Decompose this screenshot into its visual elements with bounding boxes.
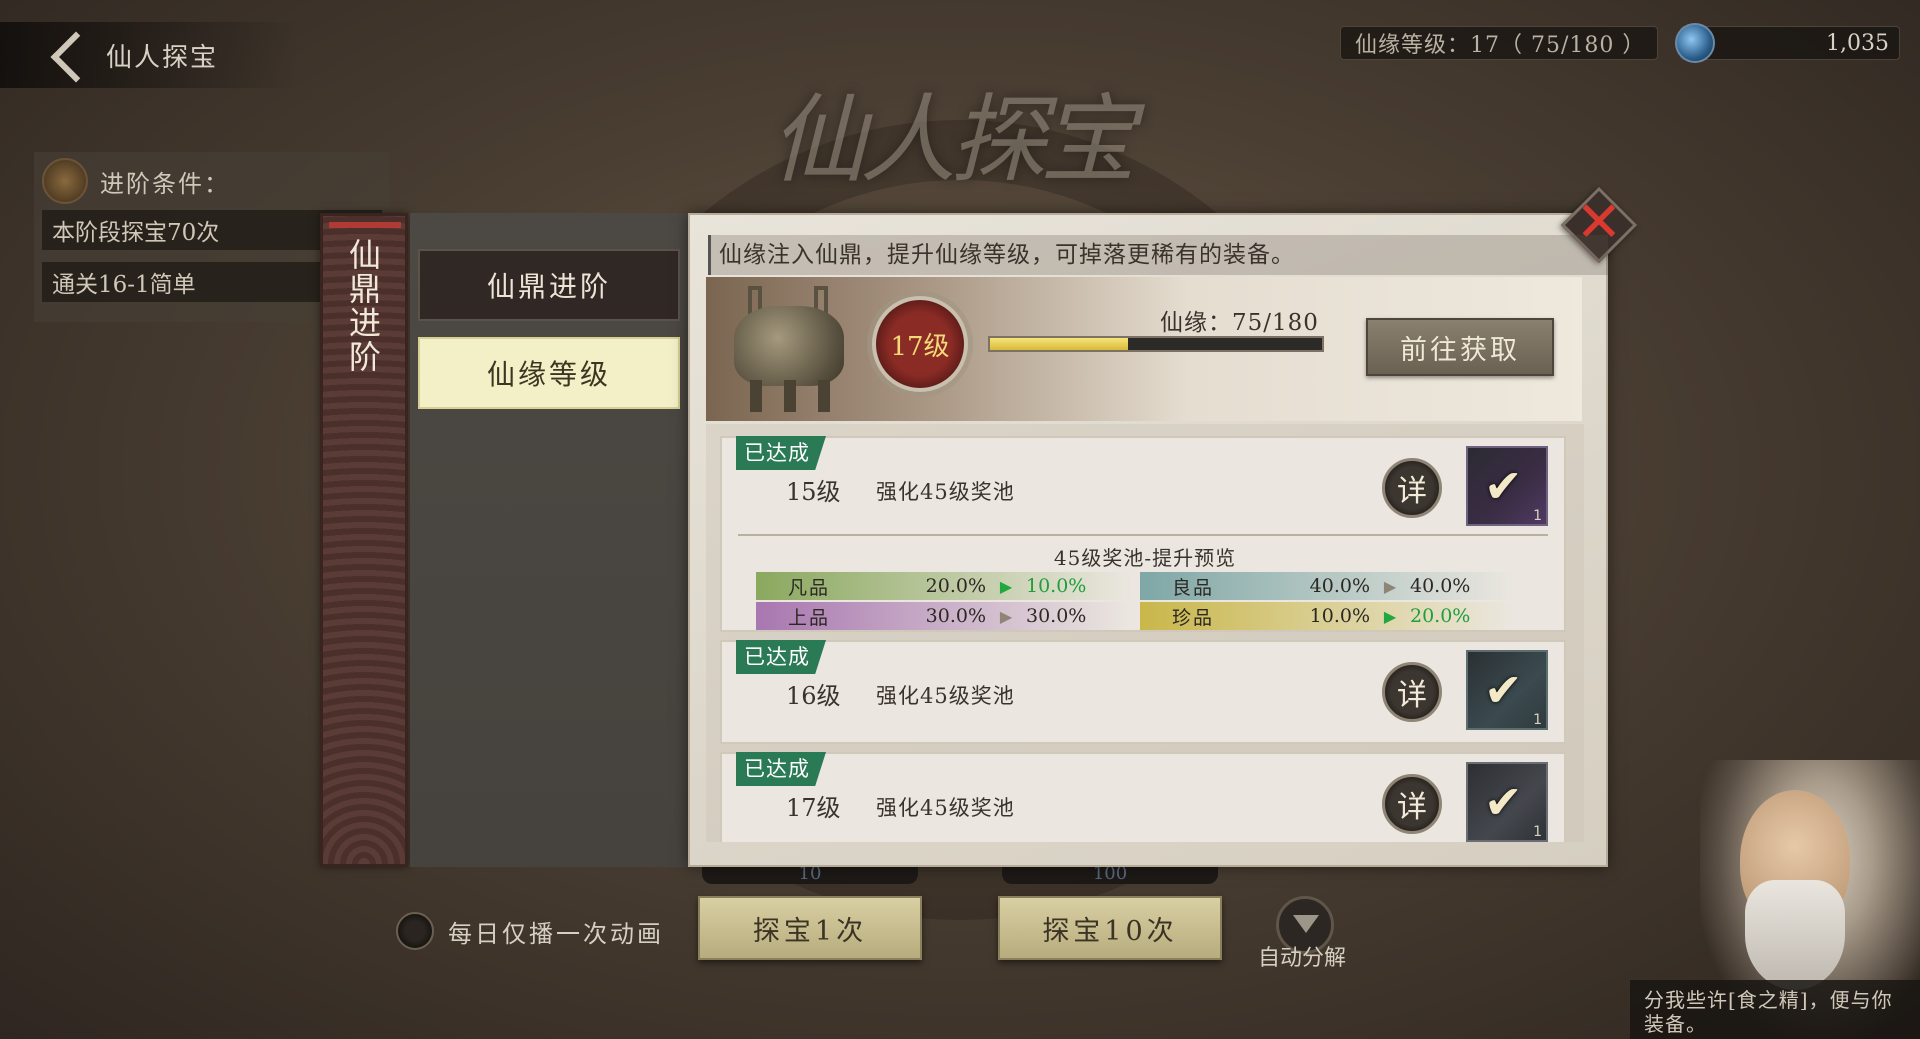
achieved-tag: 已达成: [736, 752, 826, 786]
quality-from: 30.0%: [925, 605, 986, 627]
menu-item-cauldron-advance[interactable]: 仙鼎进阶: [418, 249, 680, 321]
bronze-cauldron-icon: [724, 280, 854, 416]
level-badge: 17级: [872, 296, 968, 392]
reward-card: 已达成 16级 强化45级奖池 详 ✔ 1: [720, 640, 1566, 744]
quality-row: 良品 40.0% ▶ 40.0%: [1140, 572, 1516, 600]
divider: [738, 534, 1548, 536]
arrow-icon: ▶: [1383, 606, 1397, 626]
achieved-tag: 已达成: [736, 436, 826, 470]
cauldron-leg: [818, 380, 830, 412]
daily-animation-radio[interactable]: [396, 912, 434, 950]
item-count: 1: [1533, 712, 1542, 728]
xianyuan-level-display: 仙缘等级：17（ 75/180 ）: [1340, 26, 1658, 60]
reward-list[interactable]: 已达成 15级 强化45级奖池 详 ✔ 1 45级奖池-提升预览 凡品 20.0…: [706, 424, 1584, 842]
preview-title: 45级奖池-提升预览: [1053, 546, 1237, 570]
quality-to: 30.0%: [1026, 605, 1087, 627]
quality-name: 凡品: [788, 576, 831, 599]
menu-item-xianyuan-level[interactable]: 仙缘等级: [418, 337, 680, 409]
xianyuan-progress-label: 仙缘：75/180: [1160, 310, 1319, 336]
cauldron-leg: [750, 380, 762, 412]
reward-item-icon[interactable]: ✔ 1: [1466, 650, 1548, 730]
goto-obtain-button[interactable]: 前往获取: [1366, 318, 1554, 376]
item-count: 1: [1533, 508, 1542, 524]
arrow-icon: ▶: [999, 606, 1013, 626]
quality-from: 20.0%: [925, 575, 986, 597]
progress-fill: [990, 338, 1129, 350]
checkmark-icon: ✔: [1484, 663, 1523, 717]
auto-dismantle-label: 自动分解: [1258, 946, 1347, 971]
quality-to: 20.0%: [1410, 605, 1471, 627]
reward-level: 15级: [786, 478, 841, 506]
xianyuan-progress-bar: [988, 336, 1324, 352]
coin-display: 1,035: [1675, 23, 1900, 63]
top-bar: 仙人探宝: [0, 22, 300, 88]
cauldron-leg: [784, 380, 796, 412]
side-tab-cauldron-advance[interactable]: 仙鼎进阶: [320, 213, 408, 867]
reward-level: 16级: [786, 682, 841, 710]
achieved-tag: 已达成: [736, 640, 826, 674]
modal-menu: 仙鼎进阶 仙缘等级: [410, 213, 688, 867]
cauldron-icon: [42, 158, 88, 204]
checkmark-icon: ✔: [1484, 459, 1523, 513]
side-tab-accent: [329, 222, 401, 228]
arrow-icon: ▶: [1383, 576, 1397, 596]
quality-row: 上品 30.0% ▶ 30.0%: [756, 602, 1132, 630]
reward-text: 强化45级奖池: [876, 796, 1015, 820]
conditions-title: 进阶条件：: [100, 169, 230, 198]
quality-name: 上品: [788, 606, 831, 629]
big-title-calligraphy: 仙人探宝: [770, 84, 1136, 196]
cauldron-body: [734, 306, 844, 386]
quality-name: 良品: [1172, 576, 1215, 599]
reward-text: 强化45级奖池: [876, 480, 1015, 504]
draw-once-button[interactable]: 探宝1次: [698, 896, 922, 960]
daily-animation-label: 每日仅播一次动画: [448, 920, 664, 948]
spirit-orb-icon: [1675, 23, 1715, 63]
quality-row: 凡品 20.0% ▶ 10.0%: [756, 572, 1132, 600]
quality-from: 40.0%: [1309, 575, 1370, 597]
reward-text: 强化45级奖池: [876, 684, 1015, 708]
item-count: 1: [1533, 824, 1542, 840]
side-tab-label: 仙鼎进阶: [344, 238, 382, 374]
elder-beard: [1745, 880, 1845, 990]
reward-item-icon[interactable]: ✔ 1: [1466, 762, 1548, 842]
back-arrow-icon[interactable]: [40, 25, 100, 85]
detail-button[interactable]: 详: [1382, 774, 1442, 834]
quality-from: 10.0%: [1309, 605, 1370, 627]
panel-description: 仙缘注入仙鼎，提升仙缘等级，可掉落更稀有的装备。: [708, 235, 1608, 275]
arrow-icon: ▶: [999, 576, 1013, 596]
quality-to: 40.0%: [1410, 575, 1471, 597]
reward-item-icon[interactable]: ✔ 1: [1466, 446, 1548, 526]
quality-row: 珍品 10.0% ▶ 20.0%: [1140, 602, 1516, 630]
draw-ten-button[interactable]: 探宝10次: [998, 896, 1222, 960]
reward-level: 17级: [786, 794, 841, 822]
quality-name: 珍品: [1172, 606, 1215, 629]
checkmark-icon: ✔: [1484, 775, 1523, 829]
page-title: 仙人探宝: [106, 42, 219, 73]
coin-count: 1,035: [1826, 30, 1889, 56]
reward-card: 已达成 15级 强化45级奖池 详 ✔ 1 45级奖池-提升预览 凡品 20.0…: [720, 436, 1566, 632]
detail-button[interactable]: 详: [1382, 458, 1442, 518]
detail-button[interactable]: 详: [1382, 662, 1442, 722]
npc-speech-bubble: 分我些许[食之精]，便与你装备。: [1630, 980, 1920, 1039]
reward-card: 已达成 17级 强化45级奖池 详 ✔ 1: [720, 752, 1566, 842]
quality-to: 10.0%: [1026, 575, 1087, 597]
